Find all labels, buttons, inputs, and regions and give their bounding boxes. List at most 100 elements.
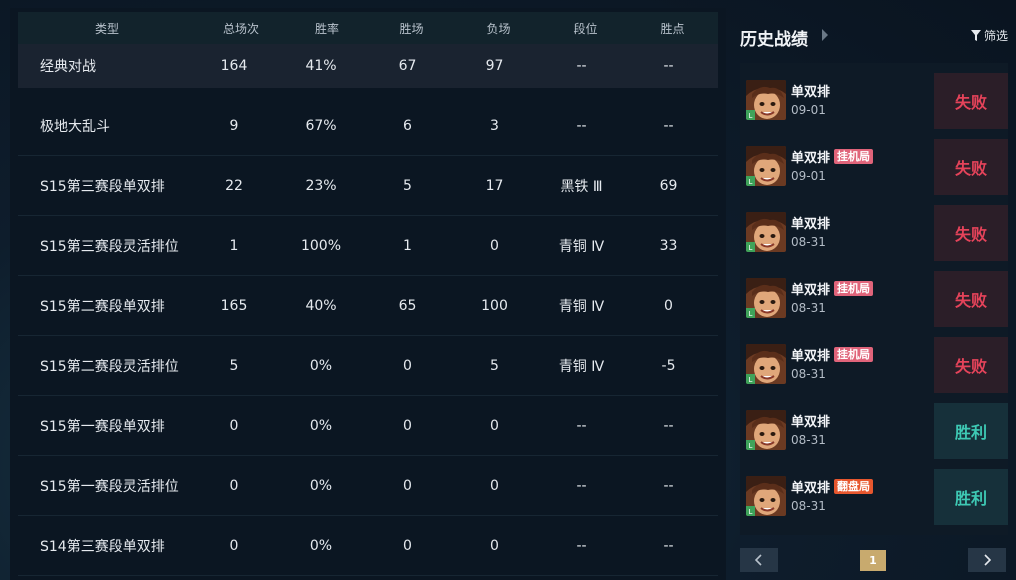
prev-page-button[interactable] (740, 548, 778, 572)
svg-text:L: L (749, 244, 753, 252)
filter-label: 筛选 (983, 29, 1008, 43)
cell-rank: 青铜 Ⅳ (558, 298, 605, 315)
expand-arrow-icon[interactable] (822, 29, 828, 41)
match-history: 历史战绩 筛选 L 单双排 09-01 失败 L 单双排 挂机局 09-01 失败 L 单双排 08-… (732, 12, 1016, 580)
cell-rate: 100% (300, 237, 342, 254)
match-item[interactable]: L 单双排 08-31 胜利 (740, 398, 1008, 464)
cell-total: 1 (229, 237, 239, 254)
match-mode-label: 单双排 (791, 151, 831, 166)
cell-total: 165 (220, 297, 248, 314)
cell-wins: 6 (403, 117, 412, 134)
match-item[interactable]: L 单双排 挂机局 08-31 失败 (740, 332, 1008, 398)
match-item[interactable]: L 单双排 挂机局 08-31 失败 (740, 266, 1008, 332)
header-rank: 段位 (573, 21, 598, 36)
header-losses: 负场 (486, 21, 511, 36)
match-mode: 单双排 (791, 81, 830, 100)
cell-rate: 0% (309, 417, 333, 434)
table-row[interactable]: 极地大乱斗 9 67% 6 3 -- -- (18, 96, 718, 156)
match-mode: 单双排 (791, 411, 830, 430)
cell-rank: -- (576, 477, 587, 494)
cell-rank: -- (576, 417, 587, 434)
cell-losses: 97 (485, 58, 504, 74)
cell-rate: 40% (305, 297, 337, 314)
table-row[interactable]: S15第二赛段单双排 165 40% 65 100 青铜 Ⅳ 0 (18, 276, 718, 336)
chevron-left-icon (755, 554, 762, 566)
cell-lp: 69 (659, 177, 678, 194)
chevron-right-icon (984, 554, 991, 566)
cell-type: 经典对战 (40, 59, 96, 75)
header-rate: 胜率 (314, 21, 339, 36)
cell-losses: 17 (485, 177, 504, 194)
cell-lp: -- (663, 58, 674, 74)
cell-lp: -5 (661, 357, 676, 374)
cell-wins: 0 (403, 477, 412, 494)
match-mode: 单双排 翻盘局 (791, 477, 874, 496)
cell-type: S15第三赛段单双排 (40, 178, 165, 195)
cell-rate: 0% (309, 477, 333, 494)
table-row[interactable]: S15第一赛段单双排 0 0% 0 0 -- -- (18, 396, 718, 456)
cell-total: 164 (220, 58, 248, 74)
cell-rank: -- (576, 58, 587, 74)
history-header: 历史战绩 筛选 (732, 12, 1016, 58)
match-item[interactable]: L 单双排 翻盘局 08-31 胜利 (740, 464, 1008, 530)
table-row[interactable]: 经典对战 164 41% 67 97 -- -- (18, 44, 718, 88)
match-mode-label: 单双排 (791, 349, 831, 364)
match-date: 08-31 (791, 433, 826, 447)
header-lp: 胜点 (660, 21, 685, 36)
history-title: 历史战绩 (740, 30, 808, 50)
cell-total: 9 (229, 117, 239, 134)
champion-avatar: L (746, 410, 786, 450)
cell-wins: 65 (398, 297, 417, 314)
cell-lp: 33 (659, 237, 678, 254)
next-page-button[interactable] (968, 548, 1006, 572)
cell-total: 0 (229, 537, 239, 554)
match-result: 胜利 (934, 469, 1008, 525)
cell-lp: -- (663, 477, 674, 494)
match-result: 失败 (934, 337, 1008, 393)
cell-total: 0 (229, 477, 239, 494)
match-date: 08-31 (791, 499, 826, 513)
table-row[interactable]: S15第三赛段单双排 22 23% 5 17 黑铁 Ⅲ 69 (18, 156, 718, 216)
cell-lp: -- (663, 537, 674, 554)
filter-button[interactable]: 筛选 (970, 27, 1008, 44)
match-tag-badge: 挂机局 (834, 149, 874, 164)
table-row[interactable]: S14第三赛段单双排 0 0% 0 0 -- -- (18, 516, 718, 576)
cell-lp: 0 (664, 297, 673, 314)
cell-total: 5 (229, 357, 239, 374)
champion-avatar: L (746, 278, 786, 318)
match-date: 08-31 (791, 367, 826, 381)
match-mode-label: 单双排 (791, 85, 831, 100)
table-row[interactable]: S15第一赛段灵活排位 0 0% 0 0 -- -- (18, 456, 718, 516)
match-result: 失败 (934, 73, 1008, 129)
cell-wins: 0 (403, 537, 412, 554)
table-row[interactable]: S15第二赛段灵活排位 5 0% 0 5 青铜 Ⅳ -5 (18, 336, 718, 396)
stats-panel: 类型 总场次 胜率 胜场 负场 段位 胜点 经典对战 164 41% 67 97 -- --… (10, 8, 726, 580)
match-tag-badge: 挂机局 (834, 347, 874, 362)
cell-rank: -- (576, 117, 587, 134)
cell-losses: 0 (490, 477, 499, 494)
stats-table: 类型 总场次 胜率 胜场 负场 段位 胜点 经典对战 164 41% 67 97 -- --… (18, 12, 718, 576)
cell-total: 22 (225, 177, 243, 194)
match-mode: 单双排 (791, 213, 830, 232)
champion-avatar: L (746, 80, 786, 120)
match-item[interactable]: L 单双排 09-01 失败 (740, 68, 1008, 134)
match-result: 失败 (934, 205, 1008, 261)
match-tag-badge: 挂机局 (834, 281, 874, 296)
table-row[interactable]: S15第三赛段灵活排位 1 100% 1 0 青铜 Ⅳ 33 (18, 216, 718, 276)
cell-rank: -- (576, 537, 587, 554)
cell-losses: 0 (490, 417, 499, 434)
match-mode-label: 单双排 (791, 283, 831, 298)
cell-rate: 23% (305, 177, 337, 194)
match-mode-label: 单双排 (791, 415, 831, 430)
cell-type: S15第二赛段单双排 (40, 298, 165, 315)
match-item[interactable]: L 单双排 08-31 失败 (740, 200, 1008, 266)
match-date: 08-31 (791, 301, 826, 315)
cell-losses: 0 (490, 237, 499, 254)
cell-wins: 0 (403, 357, 412, 374)
cell-losses: 5 (490, 357, 499, 374)
filter-icon (970, 30, 981, 41)
match-item[interactable]: L 单双排 挂机局 09-01 失败 (740, 134, 1008, 200)
table-header: 类型 总场次 胜率 胜场 负场 段位 胜点 (18, 12, 718, 44)
svg-text:L: L (749, 442, 753, 450)
page-number-current[interactable]: 1 (860, 550, 886, 571)
